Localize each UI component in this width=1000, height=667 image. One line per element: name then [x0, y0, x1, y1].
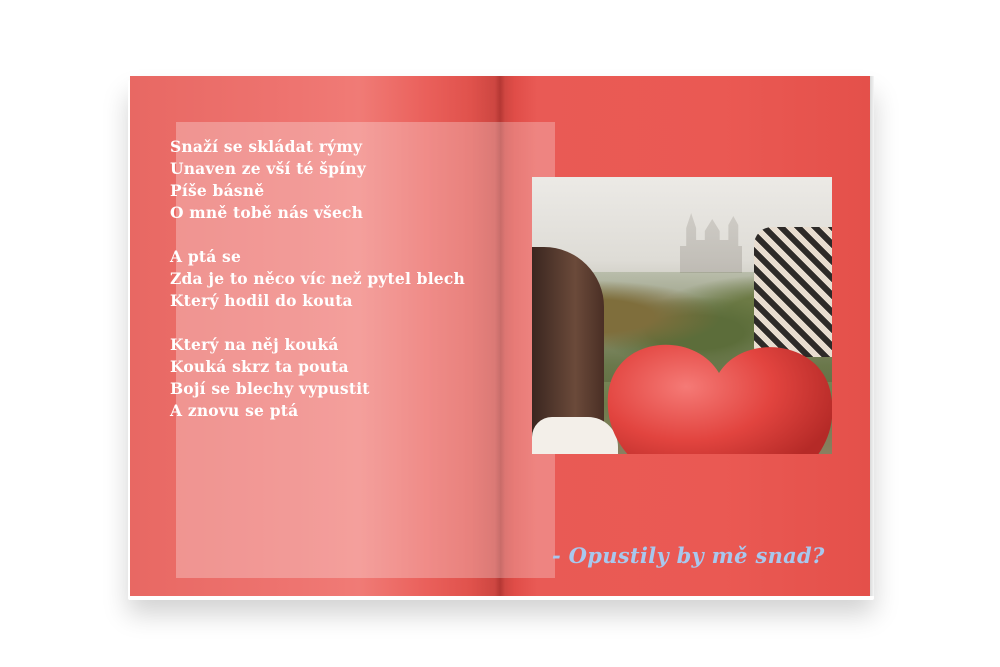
- caption: - Opustily by mě snad?: [552, 543, 825, 568]
- poem-line: Který hodil do kouta: [170, 291, 353, 310]
- poem-line: A ptá se: [170, 247, 242, 266]
- poem: Snaží se skládat rýmy Unaven ze vší té š…: [170, 136, 490, 444]
- photo-heart-balloon: [532, 177, 832, 454]
- poem-line: Který na něj kouká: [170, 335, 339, 354]
- poem-line: Bojí se blechy vypustit: [170, 379, 370, 398]
- poem-stanza: Který na něj kouká Kouká skrz ta pouta B…: [170, 334, 490, 422]
- heart-balloon-icon: [604, 335, 832, 454]
- poem-stanza: Snaží se skládat rýmy Unaven ze vší té š…: [170, 136, 490, 224]
- poem-stanza: A ptá se Zda je to něco víc než pytel bl…: [170, 246, 490, 312]
- poem-line: Zda je to něco víc než pytel blech: [170, 269, 465, 288]
- poem-line: Píše básně: [170, 181, 265, 200]
- poem-line: Snaží se skládat rýmy: [170, 137, 363, 156]
- poem-line: Kouká skrz ta pouta: [170, 357, 349, 376]
- page-edge: [870, 76, 874, 596]
- poem-line: O mně tobě nás všech: [170, 203, 364, 222]
- poem-line: A znovu se ptá: [170, 401, 299, 420]
- castle-silhouette: [680, 213, 742, 273]
- poem-line: Unaven ze vší té špíny: [170, 159, 366, 178]
